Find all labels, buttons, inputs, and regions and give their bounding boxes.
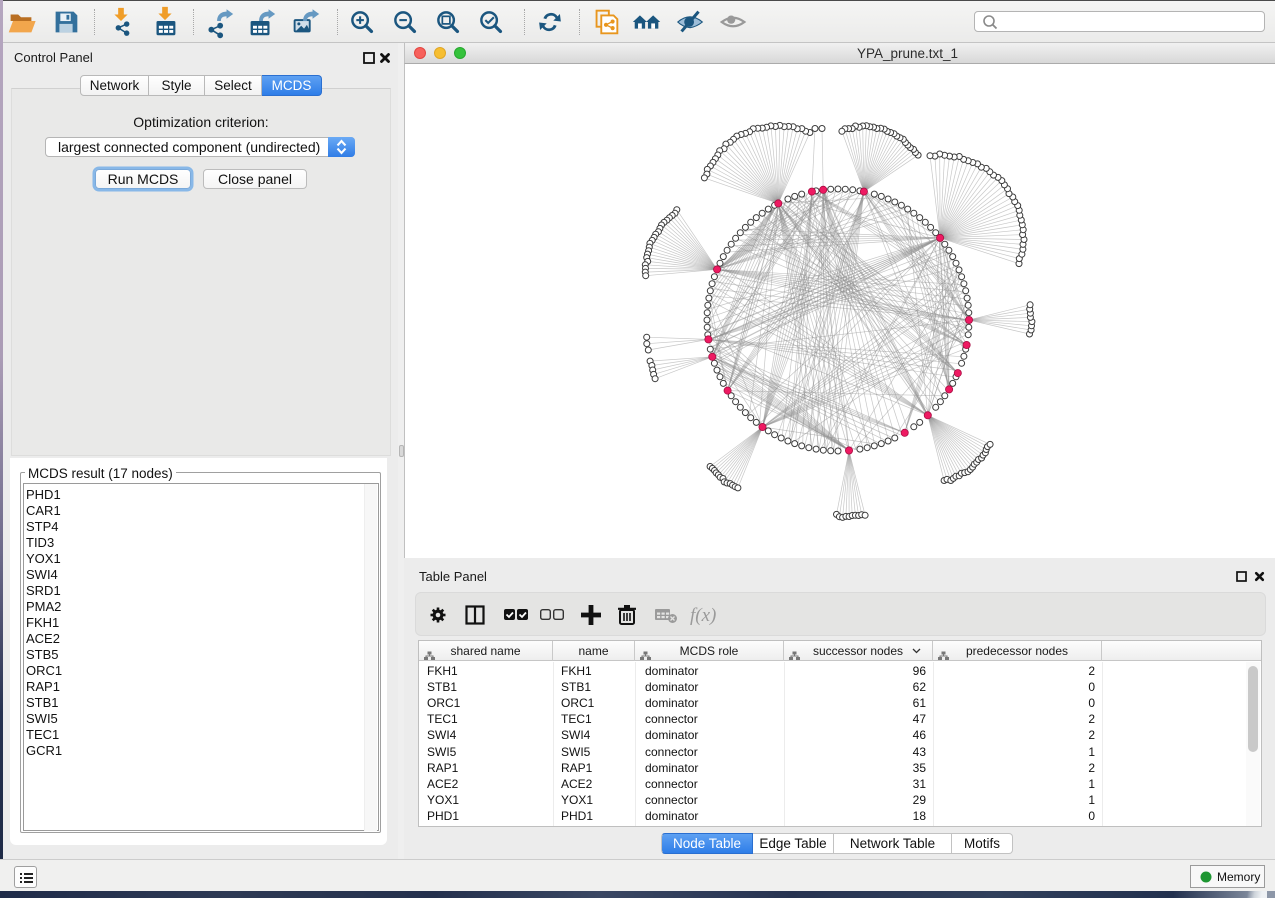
svg-text:f(x): f(x) <box>690 605 716 626</box>
